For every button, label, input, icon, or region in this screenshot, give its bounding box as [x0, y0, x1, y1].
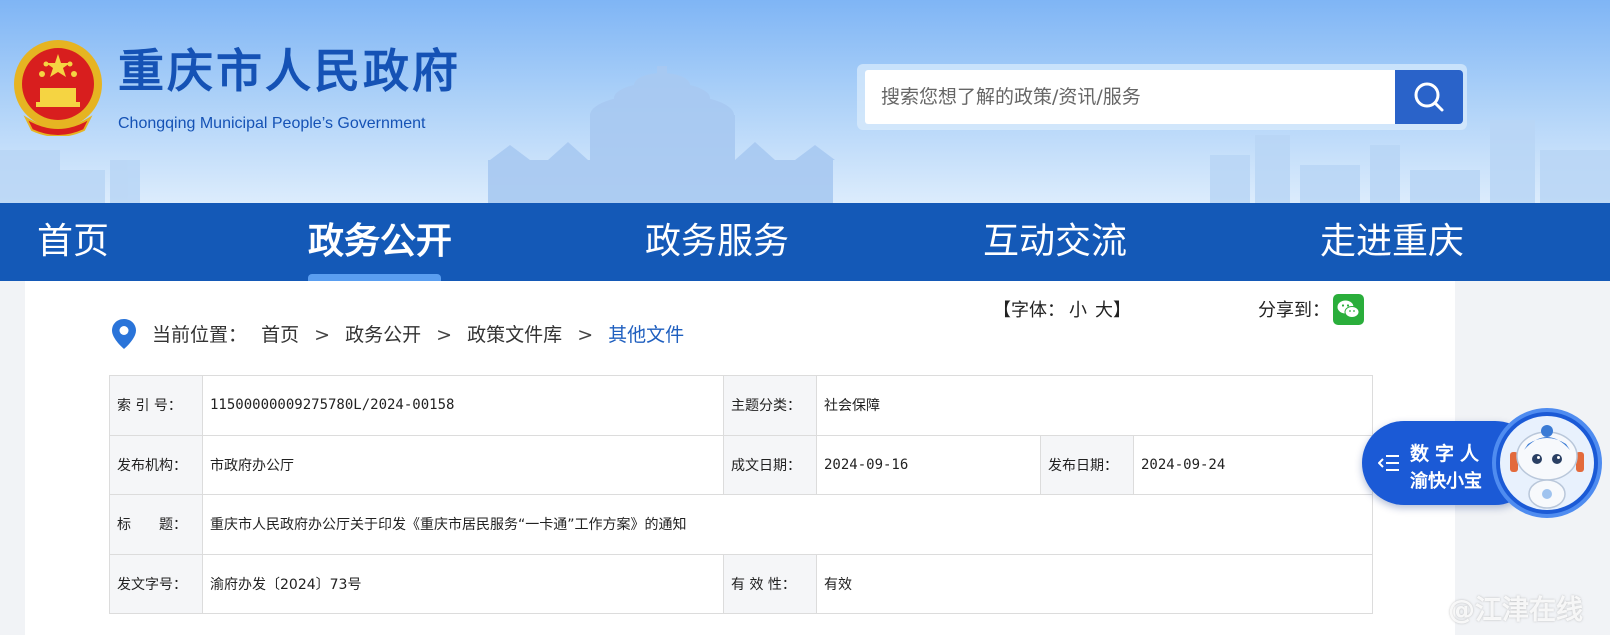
font-size-label: 【字体：: [993, 300, 1065, 321]
index-number-value: 11500000009275780L/2024-00158: [202, 375, 724, 436]
nav-item-about-chongqing[interactable]: 走进重庆: [1320, 203, 1464, 281]
search-button[interactable]: [1395, 70, 1463, 124]
title-value: 重庆市人民政府办公厅关于印发《重庆市居民服务“一卡通”工作方案》的通知: [201, 494, 1374, 555]
breadcrumb-separator: >: [314, 324, 331, 346]
breadcrumb-other-documents[interactable]: 其他文件: [608, 324, 684, 346]
wechat-icon: [1337, 300, 1360, 318]
location-pin-icon: [112, 319, 136, 349]
index-number-label: 索 引 号：: [109, 375, 203, 436]
validity-value: 有效: [815, 553, 1374, 614]
nav-item-home[interactable]: 首页: [37, 203, 109, 281]
table-row: 标 题： 重庆市人民政府办公厅关于印发《重庆市居民服务“一卡通”工作方案》的通知: [109, 494, 1374, 555]
table-row: 发布机构： 市政府办公厅 成文日期： 2024-09-16 发布日期： 2024…: [109, 434, 1374, 495]
breadcrumb-separator: >: [577, 324, 594, 346]
assistant-robot-avatar[interactable]: [1492, 408, 1602, 518]
title-label: 标 题：: [109, 494, 203, 555]
published-date-label: 发布日期：: [1040, 434, 1134, 495]
site-header: 重庆市人民政府 Chongqing Municipal People’s Gov…: [0, 0, 1610, 203]
robot-mascot-icon: [1500, 416, 1594, 510]
assistant-line2: 渝快小宝: [1410, 471, 1482, 492]
font-size-large-button[interactable]: 大: [1095, 300, 1113, 321]
validity-label: 有 效 性：: [723, 553, 817, 614]
site-subtitle: Chongqing Municipal People’s Government: [118, 115, 426, 132]
breadcrumb-policy-library[interactable]: 政策文件库: [467, 324, 562, 346]
published-date-value: 2024-09-24: [1132, 434, 1374, 495]
breadcrumb-home[interactable]: 首页: [261, 324, 299, 346]
assistant-line1: 数字人: [1410, 443, 1486, 465]
nav-item-government-services[interactable]: 政务服务: [645, 203, 789, 281]
font-size-bracket: 】: [1113, 300, 1131, 321]
search-icon: [1414, 82, 1444, 112]
table-row: 索 引 号： 11500000009275780L/2024-00158 主题分…: [109, 375, 1374, 436]
search-box: [857, 64, 1467, 130]
document-info-table: 索 引 号： 11500000009275780L/2024-00158 主题分…: [109, 375, 1374, 614]
menu-collapse-icon: [1378, 455, 1399, 471]
topic-label: 主题分类：: [723, 375, 817, 436]
breadcrumb-separator: >: [436, 324, 453, 346]
breadcrumb-prefix: 当前位置：: [152, 324, 248, 346]
font-size-control: 【字体：小大】: [993, 296, 1131, 322]
search-input[interactable]: [865, 70, 1395, 124]
font-size-small-button[interactable]: 小: [1069, 300, 1087, 321]
breadcrumb-government-affairs[interactable]: 政务公开: [345, 324, 421, 346]
created-date-value: 2024-09-16: [816, 434, 1041, 495]
wechat-share-button[interactable]: [1333, 294, 1364, 325]
share-label: 分享到：: [1258, 300, 1330, 321]
issuer-value: 市政府办公厅: [202, 434, 724, 495]
breadcrumb: 当前位置： 首页 > 政务公开 > 政策文件库 > 其他文件: [152, 320, 684, 347]
main-nav: 首页 政务公开 政务服务 互动交流 走进重庆: [0, 203, 1610, 281]
created-date-label: 成文日期：: [723, 434, 817, 495]
site-title: 重庆市人民政府: [118, 44, 461, 98]
issuer-label: 发布机构：: [109, 434, 203, 495]
watermark-text: @江津在线: [1448, 595, 1583, 626]
nav-item-government-affairs[interactable]: 政务公开: [308, 203, 452, 281]
document-number-label: 发文字号：: [109, 553, 203, 614]
nav-active-indicator: [308, 274, 441, 281]
national-emblem-logo: [14, 40, 102, 136]
document-number-value: 渝府办发〔2024〕73号: [202, 553, 724, 614]
nav-item-interaction[interactable]: 互动交流: [983, 203, 1127, 281]
table-row: 发文字号： 渝府办发〔2024〕73号 有 效 性： 有效: [109, 553, 1374, 614]
topic-value: 社会保障: [815, 375, 1374, 436]
